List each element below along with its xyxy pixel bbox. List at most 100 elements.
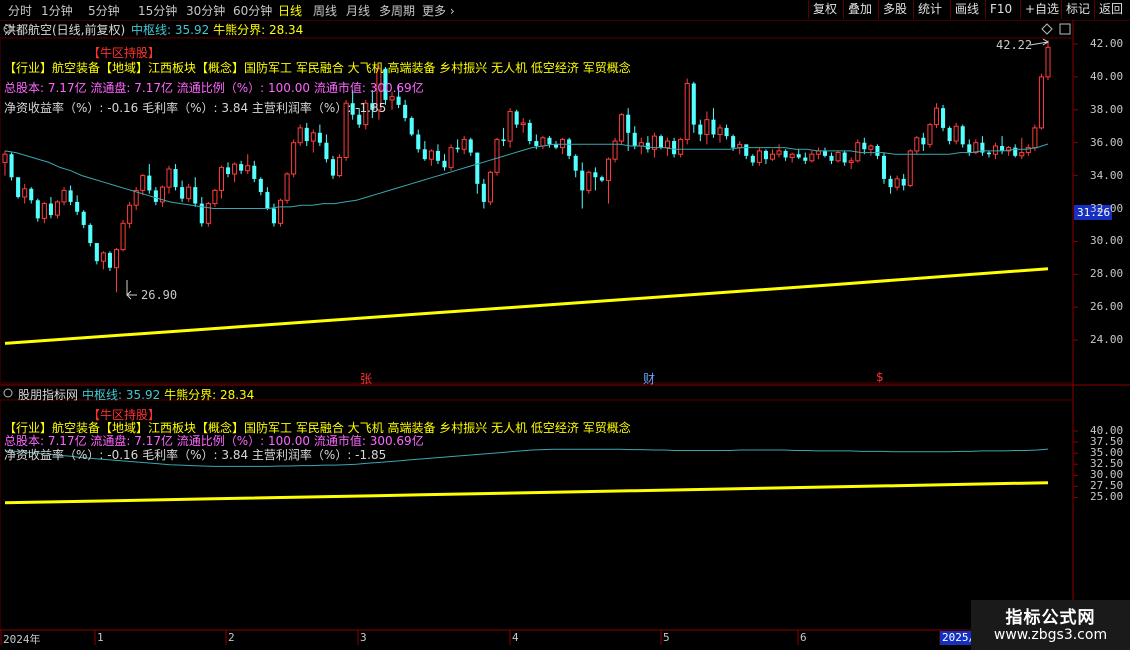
candle-up [619,114,625,142]
bottom-boundary-label: 牛熊分界: [164,388,217,402]
candle-down [1000,145,1005,151]
candle-down [803,157,808,161]
candle-up [835,152,841,162]
candle-up [297,127,303,144]
bottom-ratios-line: 净资收益率（%）: -0.16 毛利率（%）: 3.84 主营利润率（%）: -… [4,448,387,462]
top-axis-ticks [1073,43,1078,341]
ratios-line: 净资收益率（%）: -0.16 毛利率（%）: 3.84 主营利润率（%）: -… [4,101,387,115]
time-label: 2024年 [3,633,41,646]
candle-down [409,118,414,135]
candle-down [645,142,650,150]
candle-up [310,132,316,142]
candle-down [147,175,152,191]
candle-down [324,142,329,160]
candle-down [501,139,506,142]
top-tick-label: 26.00 [1090,300,1124,314]
candle-down [567,139,572,156]
candle-up [914,137,920,152]
low-price-arrow [126,280,137,300]
candle-up [205,203,211,224]
candle-up [100,252,106,262]
candle-up [2,153,8,163]
candle-down [986,152,991,155]
candle-up [815,150,821,155]
candle-up [868,145,874,150]
candle-up [776,150,782,155]
top-pivot-value: 35.92 [174,23,210,37]
candle-down [252,165,257,179]
candle-down [239,164,244,171]
candle-down [68,190,73,202]
candle-down [225,167,231,174]
candle-up [605,158,612,182]
candle-down [514,111,519,125]
top-tick-label: 28.00 [1090,267,1124,281]
candle-up [1038,76,1044,129]
event-mark-1[interactable]: 张 [360,370,372,387]
candle-up [428,150,434,160]
candle-down [265,192,270,209]
candle-down [822,150,828,156]
top-boundary-label: 牛熊分界: [213,23,266,37]
candle-up [756,150,762,163]
candle-up [907,150,913,186]
candle-up [245,165,251,172]
candle-down [862,142,867,150]
candle-down [829,155,834,161]
window-icon[interactable] [1059,23,1071,35]
site-watermark: 指标公式网 www.zbgs3.com [971,600,1130,650]
bottom-panel-collapse-icon[interactable] [3,388,13,398]
candle-up [809,153,815,162]
candle-down [881,155,887,179]
candle-up [212,189,218,205]
top-tick-label: 38.00 [1090,102,1124,116]
candle-up [612,140,618,160]
candle-up [665,140,671,149]
time-label: 1 [97,631,104,644]
candle-down [304,127,309,142]
candle-up [992,145,999,155]
bottom-pivot-value: 35.92 [125,388,161,402]
candle-up [704,119,710,135]
candle-down [357,114,362,125]
candle-down [941,108,946,128]
candle-down [193,187,198,204]
candle-up [789,153,795,159]
candle-down [593,172,598,178]
candle-up [520,122,526,126]
candle-up [232,163,238,175]
candle-down [626,114,631,133]
candle-up [678,138,684,155]
bottom-boundary-value: 28.34 [219,388,255,402]
candle-down [573,155,578,171]
candle-down [947,127,952,142]
candle-up [113,249,120,269]
candle-down [921,137,926,145]
candle-down [435,150,440,161]
event-mark-2[interactable]: 财 [643,370,655,387]
candle-down [481,183,486,202]
candle-down [271,208,276,224]
candle-up [684,82,690,140]
candle-down [396,96,401,105]
candle-down [547,137,552,145]
candle-up [41,203,47,219]
candle-down [442,160,447,168]
diamond-icon[interactable] [1041,23,1053,35]
candle-up [1032,127,1038,149]
candle-down [711,119,716,135]
candle-down [35,200,40,219]
candle-down [724,127,729,137]
candle-down [422,149,427,160]
candle-up [218,166,225,191]
candle-down [763,150,768,160]
candle-down [317,132,322,143]
candle-up [1045,46,1051,78]
candle-up [560,138,566,149]
bottom-bull-bear-line [4,481,1049,505]
candle-down [875,145,880,156]
candle-down [599,177,604,181]
top-bull-bear-line [4,267,1049,345]
candle-down [468,139,473,153]
event-mark-3[interactable]: $ [876,370,884,384]
